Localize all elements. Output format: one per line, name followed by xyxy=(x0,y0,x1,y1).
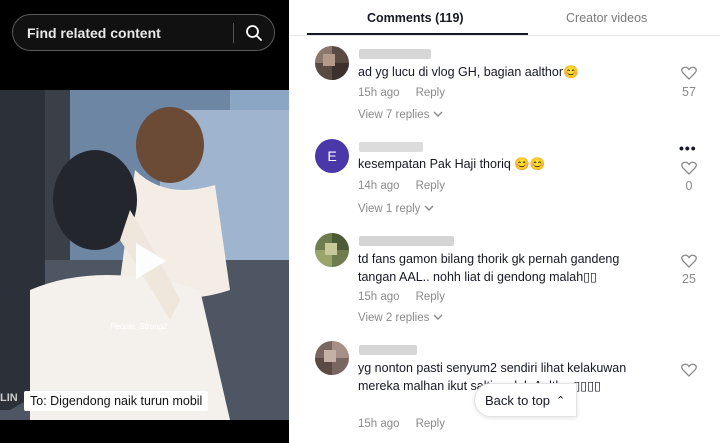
view-replies-button[interactable]: View 2 replies xyxy=(358,312,443,324)
comment-meta: 14h ago Reply xyxy=(358,180,445,192)
username-redacted[interactable] xyxy=(359,236,454,246)
search-icon xyxy=(246,24,262,41)
back-to-top-button[interactable]: Back to top ⌃ xyxy=(474,383,577,417)
comment-time: 15h ago xyxy=(358,291,400,303)
like-icon[interactable] xyxy=(681,161,697,175)
video-watermark: People_Strong2 xyxy=(110,322,168,331)
chevron-down-icon xyxy=(424,205,434,211)
like-count: 0 xyxy=(685,179,693,193)
video-panel: Find related content People_Strong2 LIN … xyxy=(0,0,289,443)
tab-creator-videos[interactable]: Creator videos xyxy=(566,11,647,25)
arrow-up-icon: ⌃ xyxy=(556,394,566,407)
comment-time: 14h ago xyxy=(358,180,400,192)
view-replies-label: View 7 replies xyxy=(358,109,430,121)
avatar[interactable] xyxy=(315,46,349,80)
avatar[interactable]: E xyxy=(315,139,349,173)
back-to-top-label: Back to top xyxy=(485,392,551,408)
avatar[interactable] xyxy=(315,233,349,267)
view-replies-button[interactable]: View 1 reply xyxy=(358,203,434,215)
play-icon[interactable] xyxy=(124,237,172,285)
like-icon[interactable] xyxy=(681,254,697,268)
avatar-letter: E xyxy=(327,148,337,164)
like-count: 25 xyxy=(682,272,696,286)
avatar[interactable] xyxy=(315,341,349,375)
comment-item: ad yg lucu di vlog GH, bagian aalthor😊 1… xyxy=(289,36,720,136)
comment-item: td fans gamon bilang thorik gk pernah ga… xyxy=(289,230,720,330)
view-replies-label: View 2 replies xyxy=(358,312,430,324)
comment-text: kesempatan Pak Haji thoriq 😊😊 xyxy=(358,157,546,171)
reply-button[interactable]: Reply xyxy=(416,291,445,303)
video-caption: To: Digendong naik turun mobil xyxy=(24,391,209,411)
username-redacted[interactable] xyxy=(359,142,423,152)
comment-meta: 15h ago Reply xyxy=(358,418,445,430)
comment-meta: 15h ago Reply xyxy=(358,291,445,303)
tab-bar: Comments (119) Creator videos xyxy=(289,0,720,36)
related-search-bar[interactable]: Find related content xyxy=(12,14,275,51)
like-icon[interactable] xyxy=(681,66,697,80)
comment-meta: 15h ago Reply xyxy=(358,87,445,99)
comment-text: ad yg lucu di vlog GH, bagian aalthor😊 xyxy=(358,65,579,79)
username-redacted[interactable] xyxy=(359,345,417,355)
related-search-label[interactable]: Find related content xyxy=(13,25,233,41)
active-tab-indicator xyxy=(307,33,528,35)
comment-text: td fans gamon bilang thorik gk pernah ga… xyxy=(358,252,620,284)
chevron-down-icon xyxy=(433,314,443,320)
tab-comments[interactable]: Comments (119) xyxy=(367,11,464,25)
reply-button[interactable]: Reply xyxy=(416,87,445,99)
like-count: 57 xyxy=(682,85,696,99)
reply-button[interactable]: Reply xyxy=(416,180,445,192)
more-options-icon[interactable]: ••• xyxy=(679,140,699,156)
view-replies-button[interactable]: View 7 replies xyxy=(358,109,443,121)
comment-item: E ••• kesempatan Pak Haji thoriq 😊😊 14h … xyxy=(289,134,720,234)
comment-time: 15h ago xyxy=(358,87,400,99)
video-corner-text: LIN xyxy=(0,392,18,404)
username-redacted[interactable] xyxy=(359,49,431,59)
comments-panel: Comments (119) Creator videos ad yg lucu… xyxy=(289,0,720,443)
chevron-down-icon xyxy=(433,111,443,117)
search-button[interactable] xyxy=(234,15,274,50)
reply-button[interactable]: Reply xyxy=(416,418,445,430)
like-icon[interactable] xyxy=(681,363,697,377)
view-replies-label: View 1 reply xyxy=(358,203,421,215)
comment-time: 15h ago xyxy=(358,418,400,430)
